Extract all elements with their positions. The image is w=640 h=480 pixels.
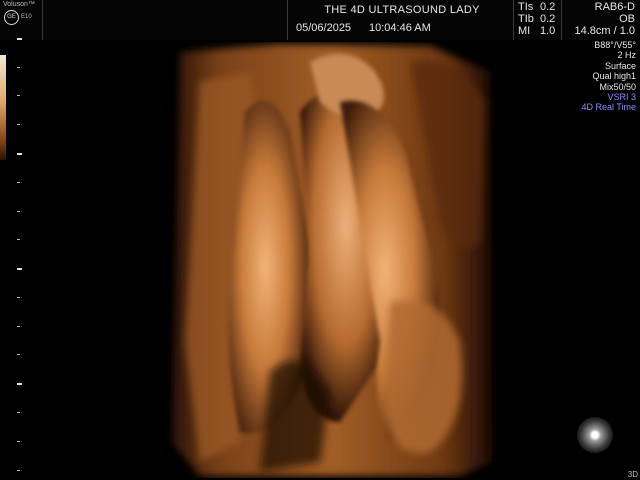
- depth-scale: [17, 38, 23, 480]
- param-angle: B88°/V55°: [594, 40, 636, 50]
- patient-title: THE 4D ULTRASOUND LADY: [324, 4, 480, 16]
- param-mix: Mix50/50: [599, 81, 636, 92]
- depth-tick: [17, 412, 20, 413]
- depth-tick: [17, 95, 20, 96]
- depth-tick: [17, 297, 20, 298]
- ultrasound-3d-render[interactable]: [160, 42, 500, 478]
- probe-name: RAB6-D: [594, 1, 635, 13]
- param-rate: 2 Hz: [617, 50, 636, 61]
- depth-tick: [17, 67, 20, 68]
- exam-time: 10:04:46 AM: [369, 22, 431, 34]
- depth-tick: [17, 124, 20, 125]
- ti-soft-label: TIs: [518, 1, 534, 13]
- probe-depth: 14.8cm / 1.0: [574, 25, 635, 37]
- depth-tick: [17, 239, 20, 240]
- color-scale-bar: [0, 55, 6, 160]
- header-bar: Voluson™ GE E10 THE 4D ULTRASOUND LADY 0…: [0, 0, 640, 40]
- ti-bone-value: 0.2: [540, 13, 556, 25]
- depth-tick: [17, 326, 20, 327]
- model-label: E10: [21, 14, 32, 20]
- mi-value: 1.0: [540, 25, 556, 37]
- header-divider: [561, 0, 562, 40]
- param-vsri: VSRI 3: [607, 92, 636, 103]
- brand-label: Voluson™: [3, 1, 35, 8]
- depth-tick: [17, 383, 22, 385]
- depth-tick: [17, 441, 20, 442]
- ti-soft-value: 0.2: [540, 1, 556, 13]
- exam-date: 05/06/2025: [296, 22, 352, 34]
- depth-tick: [17, 153, 22, 155]
- header-divider: [287, 0, 288, 40]
- header-divider: [42, 0, 43, 40]
- probe-preset: OB: [619, 13, 635, 25]
- depth-tick: [17, 38, 22, 40]
- depth-tick: [17, 470, 20, 471]
- param-mode: 4D Real Time: [581, 102, 636, 113]
- depth-tick: [17, 182, 20, 183]
- depth-tick: [17, 211, 20, 212]
- depth-tick: [17, 354, 20, 355]
- ti-bone-label: TIb: [518, 13, 534, 25]
- depth-tick: [17, 268, 22, 270]
- acquisition-params: B88°/V55° 2 Hz Surface Qual high1 Mix50/…: [581, 40, 636, 113]
- ge-logo-icon: GE: [4, 10, 19, 25]
- mi-label: MI: [518, 25, 531, 37]
- trackball-cursor-icon[interactable]: [577, 417, 613, 453]
- param-quality: Qual high1: [592, 71, 636, 82]
- param-render-mode: Surface: [604, 60, 636, 71]
- mode-3d-label: 3D: [627, 470, 638, 479]
